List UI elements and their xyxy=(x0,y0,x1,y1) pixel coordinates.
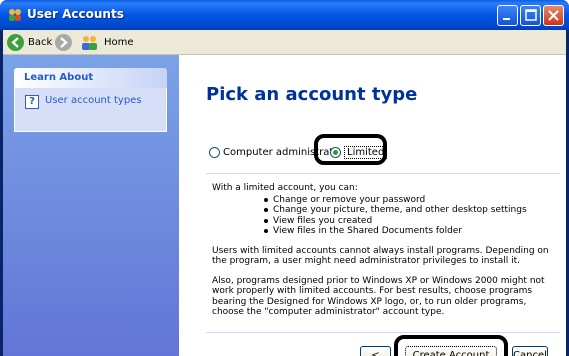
close-icon xyxy=(548,10,559,21)
back-button[interactable]: Back xyxy=(7,34,52,51)
back-button[interactable]: < Back xyxy=(360,346,391,356)
client-area: Back Home Learn About ? User account typ… xyxy=(3,30,566,356)
sidebar: Learn About ? User account types xyxy=(3,55,179,356)
maximize-button[interactable] xyxy=(520,5,541,26)
highlight-ring-create xyxy=(394,335,508,356)
separator xyxy=(206,173,560,174)
forward-button[interactable] xyxy=(55,34,72,51)
forward-arrow-icon xyxy=(55,34,72,51)
home-button[interactable]: Home xyxy=(80,34,134,51)
user-accounts-window: User Accounts Back Home Learn About ? Us… xyxy=(0,0,569,356)
panel-title: Learn About xyxy=(14,68,167,88)
minimize-icon xyxy=(503,18,510,20)
help-icon: ? xyxy=(25,95,39,109)
radio-button[interactable] xyxy=(209,146,220,158)
panel-body: ? User account types xyxy=(14,88,167,132)
title-bar[interactable]: User Accounts xyxy=(0,0,569,30)
close-button[interactable] xyxy=(543,5,564,26)
list-item: Change your picture, theme, and other de… xyxy=(264,205,558,216)
back-arrow-icon xyxy=(7,34,24,51)
desc-paragraph-2: Also, programs designed prior to Windows… xyxy=(212,275,545,318)
maximize-icon xyxy=(525,9,537,21)
main-panel: Pick an account type Computer administra… xyxy=(179,55,566,356)
minimize-button[interactable] xyxy=(497,5,518,26)
home-users-icon xyxy=(82,35,97,50)
back-label: Back xyxy=(28,37,53,48)
link-user-account-types[interactable]: User account types xyxy=(45,95,142,106)
desc-intro: With a limited account, you can: xyxy=(212,183,358,193)
cancel-button[interactable]: Cancel xyxy=(512,346,548,356)
page-title: Pick an account type xyxy=(206,84,418,105)
list-item: View files you created xyxy=(264,216,558,227)
list-item: Change or remove your password xyxy=(264,195,558,206)
window-title: User Accounts xyxy=(27,7,124,21)
desc-paragraph-1: Users with limited accounts cannot alway… xyxy=(212,245,549,267)
home-label: Home xyxy=(104,37,134,48)
highlight-ring-limited xyxy=(314,134,387,165)
list-item: View files in the Shared Documents folde… xyxy=(264,226,558,237)
separator xyxy=(206,332,560,333)
toolbar: Back Home xyxy=(3,30,566,55)
capability-list: Change or remove your password Change yo… xyxy=(264,195,558,237)
description: With a limited account, you can: Change … xyxy=(212,183,558,318)
learn-about-panel: Learn About ? User account types xyxy=(14,68,167,132)
user-accounts-icon xyxy=(9,9,21,21)
